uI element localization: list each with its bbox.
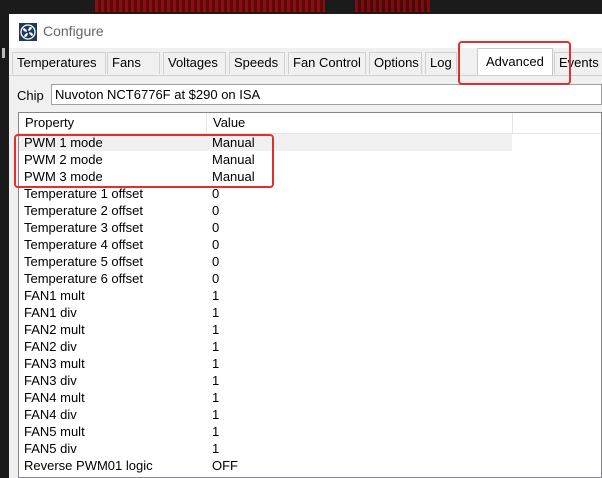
column-separator[interactable] xyxy=(512,113,513,133)
property-value: 0 xyxy=(212,237,220,252)
column-header-property[interactable]: Property xyxy=(19,113,207,133)
property-value: 1 xyxy=(212,424,220,439)
fan-icon xyxy=(19,23,37,41)
property-value: 1 xyxy=(212,356,220,371)
table-row[interactable]: Reverse PWM01 logic OFF xyxy=(19,457,601,474)
background-red-bar xyxy=(355,0,430,12)
property-value: 1 xyxy=(212,322,220,337)
table-row[interactable]: FAN3 mult 1 xyxy=(19,355,601,372)
property-name: Reverse PWM01 logic xyxy=(24,458,153,473)
property-name: Temperature 6 offset xyxy=(24,271,143,286)
property-name: Temperature 2 offset xyxy=(24,203,143,218)
property-name: Temperature 5 offset xyxy=(24,254,143,269)
window-title: Configure xyxy=(43,23,104,39)
property-value: 1 xyxy=(212,305,220,320)
property-name: FAN5 div xyxy=(24,441,77,456)
tab-temperatures[interactable]: Temperatures xyxy=(12,52,106,74)
tab-options[interactable]: Options xyxy=(369,52,422,74)
table-row[interactable]: Temperature 5 offset 0 xyxy=(19,253,601,270)
property-name: FAN3 mult xyxy=(24,356,85,371)
tab-speeds[interactable]: Speeds xyxy=(229,52,285,74)
property-name: Temperature 3 offset xyxy=(24,220,143,235)
table-row[interactable]: FAN1 div 1 xyxy=(19,304,601,321)
table-row[interactable]: FAN5 mult 1 xyxy=(19,423,601,440)
column-header-value[interactable]: Value xyxy=(207,113,513,133)
property-name: FAN1 div xyxy=(24,305,77,320)
property-value: 0 xyxy=(212,203,220,218)
property-name: FAN2 div xyxy=(24,339,77,354)
table-row[interactable]: Temperature 6 offset 0 xyxy=(19,270,601,287)
property-name: FAN2 mult xyxy=(24,322,85,337)
property-name: FAN1 mult xyxy=(24,288,85,303)
property-value: 1 xyxy=(212,373,220,388)
tab-log[interactable]: Log xyxy=(425,52,457,74)
property-value: OFF xyxy=(212,458,238,473)
property-name: FAN3 div xyxy=(24,373,77,388)
property-name: FAN4 div xyxy=(24,407,77,422)
chip-select[interactable]: Nuvoton NCT6776F at $290 on ISA xyxy=(51,84,602,105)
chip-label: Chip xyxy=(17,88,44,103)
tab-fan-control[interactable]: Fan Control xyxy=(288,52,366,74)
table-row[interactable]: FAN3 div 1 xyxy=(19,372,601,389)
property-value: 0 xyxy=(212,271,220,286)
table-row[interactable]: FAN2 mult 1 xyxy=(19,321,601,338)
background-strip xyxy=(0,0,602,14)
property-value: 0 xyxy=(212,220,220,235)
configure-window: Configure Temperatures Fans Voltages Spe… xyxy=(9,14,602,478)
property-value: 1 xyxy=(212,441,220,456)
table-row[interactable]: Temperature 4 offset 0 xyxy=(19,236,601,253)
property-name: FAN5 mult xyxy=(24,424,85,439)
property-value: 0 xyxy=(212,254,220,269)
table-row[interactable]: Temperature 2 offset 0 xyxy=(19,202,601,219)
highlight-box-pwm-rows xyxy=(14,134,274,188)
table-row[interactable]: FAN4 div 1 xyxy=(19,406,601,423)
table-row[interactable]: FAN2 div 1 xyxy=(19,338,601,355)
highlight-box-advanced-tab xyxy=(458,41,571,85)
list-header: Property Value xyxy=(19,113,601,134)
property-name: Temperature 4 offset xyxy=(24,237,143,252)
tab-fans[interactable]: Fans xyxy=(107,52,160,74)
property-value: 1 xyxy=(212,339,220,354)
table-row[interactable]: Temperature 3 offset 0 xyxy=(19,219,601,236)
property-value: 1 xyxy=(212,407,220,422)
table-row[interactable]: FAN1 mult 1 xyxy=(19,287,601,304)
background-left-edge xyxy=(0,14,9,478)
background-mark xyxy=(2,48,5,58)
property-value: 1 xyxy=(212,390,220,405)
tab-voltages[interactable]: Voltages xyxy=(163,52,226,74)
property-name: FAN4 mult xyxy=(24,390,85,405)
table-row[interactable]: FAN4 mult 1 xyxy=(19,389,601,406)
table-row[interactable]: FAN5 div 1 xyxy=(19,440,601,457)
property-value: 1 xyxy=(212,288,220,303)
background-red-bar xyxy=(95,0,325,12)
